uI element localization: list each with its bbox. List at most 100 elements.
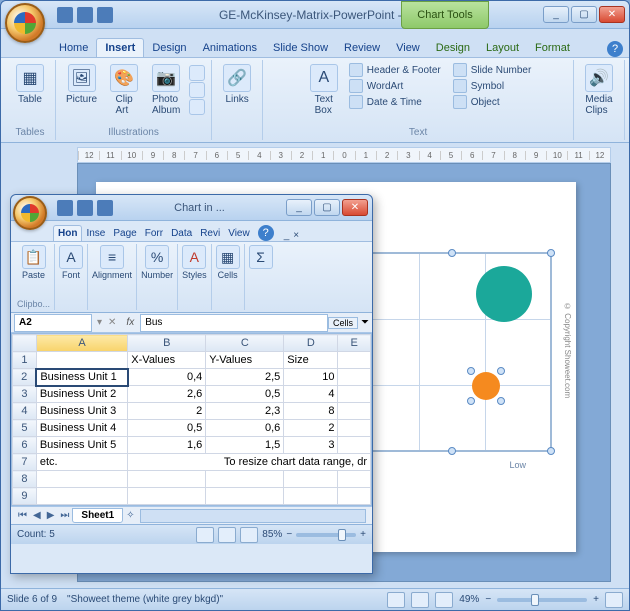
font-button[interactable]: AFont (59, 245, 83, 280)
cell[interactable]: Size (284, 352, 338, 369)
tab-page[interactable]: Page (109, 226, 140, 241)
close-button[interactable]: ✕ (342, 199, 368, 216)
tab-animations[interactable]: Animations (195, 39, 265, 57)
sorter-view-icon[interactable] (411, 592, 429, 608)
cell[interactable]: 1,6 (128, 437, 206, 454)
cell[interactable]: 2,5 (206, 369, 284, 386)
header-footer-button[interactable]: Header & Footer (349, 62, 441, 78)
bubble-orange[interactable] (472, 372, 500, 400)
next-sheet-icon[interactable]: ▶ (44, 510, 58, 521)
photo-album-button[interactable]: 📷Photo Album (147, 62, 185, 118)
tab-view[interactable]: View (224, 226, 254, 241)
links-button[interactable]: 🔗Links (218, 62, 256, 107)
zoom-out-icon[interactable]: − (485, 594, 491, 605)
minimize-button[interactable]: _ (286, 199, 312, 216)
name-box[interactable]: A2 (14, 314, 92, 332)
cell[interactable]: Business Unit 1 (36, 369, 127, 386)
number-button[interactable]: %Number (141, 245, 173, 280)
page-layout-icon[interactable] (218, 527, 236, 543)
excel-titlebar[interactable]: Chart in ... _ ▢ ✕ (11, 195, 372, 221)
cell[interactable]: 0,5 (128, 420, 206, 437)
zoom-value[interactable]: 85% (262, 529, 282, 540)
last-sheet-icon[interactable]: ⏭ (57, 510, 72, 521)
tab-insert[interactable]: Inse (82, 226, 109, 241)
cell[interactable]: 10 (284, 369, 338, 386)
zoom-out-icon[interactable]: − (286, 529, 292, 540)
cell[interactable]: Y-Values (206, 352, 284, 369)
alignment-button[interactable]: ≡Alignment (92, 245, 132, 280)
cell[interactable]: To resize chart data range, dr (128, 454, 371, 471)
excel-window[interactable]: Chart in ... _ ▢ ✕ Hon Inse Page Forr Da… (10, 194, 373, 574)
undo-icon[interactable] (77, 200, 93, 216)
page-break-icon[interactable] (240, 527, 258, 543)
office-button-excel[interactable] (13, 196, 47, 230)
tab-chart-layout[interactable]: Layout (478, 39, 527, 57)
help-icon[interactable]: ? (258, 225, 274, 241)
row-header[interactable]: 6 (13, 437, 37, 454)
mdi-close[interactable]: × (293, 230, 299, 241)
cell[interactable] (284, 488, 338, 505)
chart-handle[interactable] (547, 249, 555, 257)
row-header[interactable]: 2 (13, 369, 37, 386)
cell[interactable] (338, 420, 371, 437)
hscrollbar[interactable] (140, 509, 366, 523)
first-sheet-icon[interactable]: ⏮ (15, 510, 30, 521)
zoom-slider[interactable] (497, 598, 587, 602)
cell[interactable] (338, 471, 371, 488)
chart-icon[interactable] (189, 99, 205, 115)
cancel-icon[interactable]: ✕ (104, 317, 120, 328)
sheet-tab[interactable]: Sheet1 (72, 508, 123, 523)
tab-formulas[interactable]: Forr (141, 226, 167, 241)
cells-button[interactable]: ▦Cells (216, 245, 240, 280)
row-header[interactable]: 4 (13, 403, 37, 420)
maximize-button[interactable]: ▢ (314, 199, 340, 216)
tab-review[interactable]: Review (336, 39, 388, 57)
cell[interactable] (338, 386, 371, 403)
row-header[interactable]: 7 (13, 454, 37, 471)
select-all[interactable] (13, 335, 37, 352)
shapes-icon[interactable] (189, 65, 205, 81)
chart-handle[interactable] (448, 447, 456, 455)
slidenumber-button[interactable]: Slide Number (453, 62, 532, 78)
office-button[interactable] (5, 3, 45, 43)
col-C[interactable]: C (206, 335, 284, 352)
zoom-in-icon[interactable]: + (360, 529, 366, 540)
zoom-value[interactable]: 49% (459, 594, 479, 605)
cell[interactable] (338, 437, 371, 454)
cell[interactable] (36, 488, 127, 505)
tab-home[interactable]: Home (51, 39, 96, 57)
maximize-button[interactable]: ▢ (571, 6, 597, 23)
paste-button[interactable]: 📋Paste (22, 245, 46, 280)
save-icon[interactable] (57, 7, 73, 23)
row-header[interactable]: 5 (13, 420, 37, 437)
chart-handle[interactable] (448, 249, 456, 257)
cell[interactable]: 2 (128, 403, 206, 420)
tab-review[interactable]: Revi (196, 226, 224, 241)
chart-handle[interactable] (547, 447, 555, 455)
picture-button[interactable]: 🖼Picture (62, 62, 101, 118)
cell[interactable] (36, 471, 127, 488)
cell[interactable]: Business Unit 5 (36, 437, 127, 454)
cell[interactable]: Business Unit 2 (36, 386, 127, 403)
tab-view[interactable]: View (388, 39, 428, 57)
save-icon[interactable] (57, 200, 73, 216)
cell[interactable]: X-Values (128, 352, 206, 369)
cell[interactable] (338, 369, 371, 386)
cell[interactable]: 1,5 (206, 437, 284, 454)
prev-sheet-icon[interactable]: ◀ (30, 510, 44, 521)
row-header[interactable]: 1 (13, 352, 37, 369)
textbox-button[interactable]: AText Box (305, 62, 343, 118)
col-D[interactable]: D (284, 335, 338, 352)
fit-icon[interactable] (605, 592, 623, 608)
cell[interactable]: 8 (284, 403, 338, 420)
cell[interactable]: 0,6 (206, 420, 284, 437)
redo-icon[interactable] (97, 7, 113, 23)
cell[interactable]: 0,5 (206, 386, 284, 403)
wordart-button[interactable]: WordArt (349, 78, 441, 94)
row-header[interactable]: 8 (13, 471, 37, 488)
tab-home[interactable]: Hon (53, 225, 82, 241)
col-A[interactable]: A (36, 335, 127, 352)
close-button[interactable]: ✕ (599, 6, 625, 23)
tab-insert[interactable]: Insert (96, 38, 144, 57)
cell[interactable] (128, 471, 206, 488)
